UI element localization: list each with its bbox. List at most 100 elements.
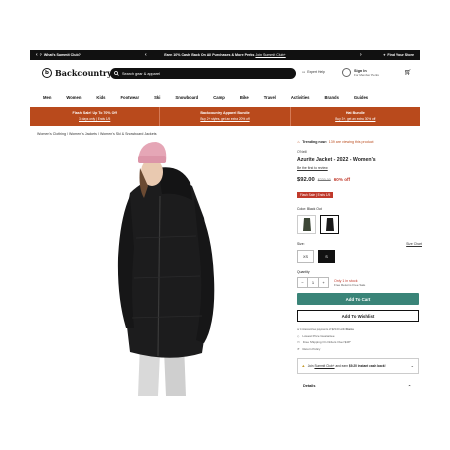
swatch-green[interactable] — [297, 215, 316, 234]
size-option-xs[interactable]: XS — [297, 250, 314, 263]
minus-icon[interactable]: − — [298, 278, 307, 287]
details-accordion[interactable]: Details ⌃ — [297, 384, 419, 389]
jacket-model-illustration — [117, 142, 215, 396]
find-store-label: Find Your Store — [387, 53, 414, 57]
nav-item-activities[interactable]: Activities — [291, 95, 310, 100]
price-block: $92.00 $230.00 60% off — [297, 177, 422, 183]
promo-apparel-bundle[interactable]: Backcountry Apparel Bundle Buy 2+ styles… — [160, 107, 291, 126]
review-link[interactable]: Be the first to review — [297, 166, 422, 170]
stock-sub: Free Returns Free Sale — [334, 282, 366, 287]
nav-item-travel[interactable]: Travel — [264, 95, 276, 100]
nav-item-men[interactable]: Men — [43, 95, 51, 100]
tag-icon: ◇ — [297, 333, 300, 338]
summit-link[interactable]: Summit Club+ — [314, 364, 334, 368]
size-option-s[interactable]: S — [318, 250, 335, 263]
add-to-wishlist-button[interactable]: Add To Wishlist — [297, 310, 419, 322]
size-options: XS S — [297, 250, 422, 263]
promo-link[interactable]: Buy 3+, get an extra 30% off — [335, 117, 375, 121]
feature-price-guarantee[interactable]: ◇ Lowest Price Guarantee — [297, 334, 422, 338]
search-icon — [114, 71, 119, 76]
product-brand[interactable]: O'Neill — [297, 150, 422, 154]
original-price: $230.00 — [317, 178, 331, 182]
stock-info: Only 1 in stock Free Returns Free Sale — [334, 279, 365, 287]
logo-text: Backcountry — [55, 68, 112, 78]
return-icon: ↺ — [297, 346, 300, 351]
trending-text: 139 are viewing this product — [328, 140, 374, 144]
quantity-stepper[interactable]: − 1 + — [297, 277, 329, 288]
nav-item-guides[interactable]: Guides — [354, 95, 368, 100]
promo-hat-bundle[interactable]: Hat Bundle Buy 3+, get an extra 30% off — [291, 107, 420, 126]
summit-club-offer[interactable]: ⛰ Join Summit Club+ and earn $9.20 insta… — [297, 357, 419, 374]
quantity-label: Quantity — [297, 270, 310, 274]
nav-item-kids[interactable]: Kids — [96, 95, 105, 100]
promo-title: Backcountry Apparel Bundle — [200, 111, 250, 115]
promo-banner: Flash Sale! Up To 70% Off 3 days only | … — [30, 107, 420, 126]
swatch-black-out[interactable] — [320, 215, 339, 234]
quantity-row: − 1 + Only 1 in stock Free Returns Free … — [297, 277, 422, 288]
klarna-line: or 4 interest-free payments of $23.00 wi… — [297, 328, 422, 331]
fire-icon: ♨ — [297, 140, 301, 144]
find-store-link[interactable]: ⌖ Find Your Store — [383, 53, 414, 57]
feature-text: Return Policy — [302, 346, 321, 351]
promo-title: Hat Bundle — [345, 111, 365, 115]
flash-sale-badge: Flash Sale | Ends 1/5 — [297, 192, 334, 198]
nav-item-bike[interactable]: Bike — [240, 95, 249, 100]
site-logo[interactable]: b Backcountry — [42, 68, 112, 78]
user-icon — [342, 68, 351, 77]
expert-help-link[interactable]: ▭ Expert Help — [302, 70, 325, 74]
size-row: Size: Size Chart — [297, 242, 422, 246]
site-header: b Backcountry Search gear & apparel ▭ Ex… — [30, 60, 420, 87]
cart-icon[interactable]: 🛒︎ — [404, 69, 412, 76]
chevron-up-icon: ⌃ — [407, 384, 411, 389]
summit-icon: ⛰ — [302, 363, 305, 368]
breadcrumb[interactable]: Women's Clothing / Women's Jackets / Wom… — [37, 132, 157, 136]
product-image[interactable] — [100, 138, 240, 398]
promo-flash-sale[interactable]: Flash Sale! Up To 70% Off 3 days only | … — [30, 107, 161, 126]
search-placeholder: Search gear & apparel — [122, 71, 160, 76]
summit-cashback: $9.20 instant cash back! — [348, 363, 386, 368]
chat-icon: ▭ — [302, 70, 306, 74]
chevron-down-icon: ⌄ — [410, 363, 414, 369]
nav-item-footwear[interactable]: Footwear — [121, 95, 140, 100]
feature-return-policy[interactable]: ↺ Return Policy — [297, 347, 422, 351]
join-summit-link[interactable]: Join Summit Club+ — [255, 53, 285, 57]
next-promo-icon[interactable]: › — [360, 52, 362, 58]
summit-pre: Join — [307, 363, 314, 368]
feature-text: Free Shipping On Orders Over $49* — [302, 340, 351, 345]
logo-icon: b — [42, 68, 52, 78]
quantity-value[interactable]: 1 — [307, 278, 319, 287]
color-row: Color: Black Out — [297, 207, 422, 211]
trending-label: Trending now: — [302, 140, 327, 144]
sign-in-subtitle: For Member Perks — [354, 72, 379, 77]
summit-text: Join Summit Club+ and earn $9.20 instant… — [308, 364, 386, 368]
nav-item-brands[interactable]: Brands — [324, 95, 338, 100]
color-swatches — [297, 215, 422, 234]
promo-link[interactable]: 3 days only | Ends 1/5 — [79, 117, 110, 121]
summit-mid: and earn — [335, 363, 349, 368]
promo-title: Flash Sale! Up To 70% Off — [72, 111, 117, 115]
feature-free-shipping[interactable]: ▭ Free Shipping On Orders Over $49* — [297, 340, 422, 344]
nav-item-camp[interactable]: Camp — [213, 95, 225, 100]
klarna-text: or 4 interest-free payments of $23.00 wi… — [297, 328, 345, 331]
nav-item-snowboard[interactable]: Snowboard — [175, 95, 198, 100]
size-chart-link[interactable]: Size Chart — [406, 242, 422, 246]
sign-in-link[interactable]: Sign In For Member Perks — [342, 68, 379, 77]
product-title: Azurite Jacket - 2022 - Women's — [297, 157, 376, 163]
plus-icon[interactable]: + — [319, 278, 328, 287]
feature-text: Lowest Price Guarantee — [302, 333, 335, 338]
truck-icon: ▭ — [297, 340, 300, 345]
jacket-thumbnail-icon — [302, 218, 311, 231]
sale-price: $92.00 — [297, 177, 315, 183]
main-nav: Men Women Kids Footwear Ski Snowboard Ca… — [30, 90, 420, 104]
search-input[interactable]: Search gear & apparel — [110, 68, 296, 79]
promo-link[interactable]: Buy 2+ styles, get an extra 20% off — [200, 117, 249, 121]
top-bar: ‹ ? What's Summit Club? ‹ Earn 10% Cash … — [30, 50, 420, 60]
expert-help-label: Expert Help — [307, 70, 325, 74]
color-value: Black Out — [307, 207, 322, 211]
color-label: Color: — [297, 207, 307, 211]
klarna-logo[interactable]: Klarna — [346, 328, 354, 331]
nav-item-women[interactable]: Women — [66, 95, 81, 100]
location-pin-icon: ⌖ — [383, 53, 386, 57]
nav-item-ski[interactable]: Ski — [154, 95, 160, 100]
add-to-cart-button[interactable]: Add To Cart — [297, 293, 419, 305]
